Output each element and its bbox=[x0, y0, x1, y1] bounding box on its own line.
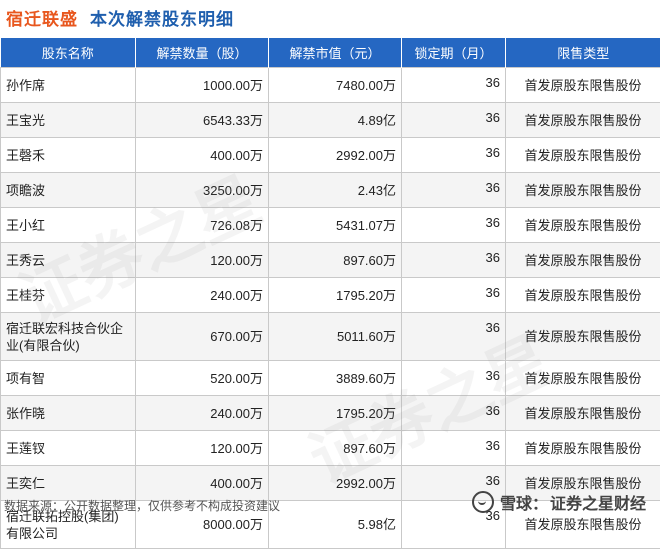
table-row: 王桂芬 240.00万 1795.20万 36 首发原股东限售股份 bbox=[1, 278, 660, 313]
lock-period: 36 bbox=[402, 313, 506, 361]
restriction-type: 首发原股东限售股份 bbox=[506, 361, 660, 396]
unlock-value: 5431.07万 bbox=[269, 208, 402, 243]
unlock-shares: 726.08万 bbox=[136, 208, 269, 243]
column-header-shares: 解禁数量（股） bbox=[136, 38, 269, 68]
shareholder-name: 王磬禾 bbox=[1, 138, 136, 173]
shareholder-name: 王奕仁 bbox=[1, 466, 136, 501]
shareholder-name: 王小红 bbox=[1, 208, 136, 243]
unlock-shares: 240.00万 bbox=[136, 396, 269, 431]
table-row: 王小红 726.08万 5431.07万 36 首发原股东限售股份 bbox=[1, 208, 660, 243]
shareholder-table: 股东名称 解禁数量（股） 解禁市值（元） 锁定期（月） 限售类型 孙作席 100… bbox=[0, 38, 660, 549]
restriction-type: 首发原股东限售股份 bbox=[506, 431, 660, 466]
shareholder-name: 孙作席 bbox=[1, 68, 136, 103]
shareholder-name: 项瞻波 bbox=[1, 173, 136, 208]
restriction-type: 首发原股东限售股份 bbox=[506, 208, 660, 243]
restriction-type: 首发原股东限售股份 bbox=[506, 138, 660, 173]
unlock-value: 4.89亿 bbox=[269, 103, 402, 138]
column-header-lock: 锁定期（月） bbox=[402, 38, 506, 68]
table-row: 王磬禾 400.00万 2992.00万 36 首发原股东限售股份 bbox=[1, 138, 660, 173]
unlock-value: 2.43亿 bbox=[269, 173, 402, 208]
column-header-type: 限售类型 bbox=[506, 38, 660, 68]
lock-period: 36 bbox=[402, 138, 506, 173]
restriction-type: 首发原股东限售股份 bbox=[506, 313, 660, 361]
unlock-shares: 400.00万 bbox=[136, 466, 269, 501]
brand-logo: 雪球： 证券之星财经 bbox=[472, 490, 646, 514]
lock-period: 36 bbox=[402, 278, 506, 313]
shareholder-name: 王桂芬 bbox=[1, 278, 136, 313]
table-row: 项有智 520.00万 3889.60万 36 首发原股东限售股份 bbox=[1, 361, 660, 396]
unlock-value: 1795.20万 bbox=[269, 278, 402, 313]
lock-period: 36 bbox=[402, 396, 506, 431]
unlock-value: 7480.00万 bbox=[269, 68, 402, 103]
snowball-icon bbox=[472, 491, 494, 513]
shareholder-name: 项有智 bbox=[1, 361, 136, 396]
lock-period: 36 bbox=[402, 68, 506, 103]
lock-period: 36 bbox=[402, 173, 506, 208]
table-row: 王宝光 6543.33万 4.89亿 36 首发原股东限售股份 bbox=[1, 103, 660, 138]
company-name: 宿迁联盛 bbox=[6, 5, 78, 30]
unlock-shares: 6543.33万 bbox=[136, 103, 269, 138]
restriction-type: 首发原股东限售股份 bbox=[506, 396, 660, 431]
unlock-shares: 240.00万 bbox=[136, 278, 269, 313]
restriction-type: 首发原股东限售股份 bbox=[506, 103, 660, 138]
shareholder-name: 王秀云 bbox=[1, 243, 136, 278]
unlock-value: 2992.00万 bbox=[269, 138, 402, 173]
restriction-type: 首发原股东限售股份 bbox=[506, 243, 660, 278]
unlock-value: 5.98亿 bbox=[269, 501, 402, 549]
table-row: 张作晓 240.00万 1795.20万 36 首发原股东限售股份 bbox=[1, 396, 660, 431]
shareholder-name: 宿迁联宏科技合伙企业(有限合伙) bbox=[1, 313, 136, 361]
shareholder-name: 王宝光 bbox=[1, 103, 136, 138]
table-row: 宿迁联宏科技合伙企业(有限合伙) 670.00万 5011.60万 36 首发原… bbox=[1, 313, 660, 361]
unlock-shares: 1000.00万 bbox=[136, 68, 269, 103]
unlock-value: 897.60万 bbox=[269, 243, 402, 278]
unlock-shares: 400.00万 bbox=[136, 138, 269, 173]
data-source-note: 数据来源：公开数据整理，仅供参考不构成投资建议 bbox=[4, 497, 280, 514]
unlock-value: 5011.60万 bbox=[269, 313, 402, 361]
unlock-value: 897.60万 bbox=[269, 431, 402, 466]
restriction-type: 首发原股东限售股份 bbox=[506, 68, 660, 103]
restriction-type: 首发原股东限售股份 bbox=[506, 278, 660, 313]
unlock-value: 3889.60万 bbox=[269, 361, 402, 396]
page-title: 本次解禁股东明细 bbox=[90, 5, 234, 30]
shareholder-name: 王莲钗 bbox=[1, 431, 136, 466]
lock-period: 36 bbox=[402, 208, 506, 243]
column-header-name: 股东名称 bbox=[1, 38, 136, 68]
column-header-value: 解禁市值（元） bbox=[269, 38, 402, 68]
unlock-shares: 3250.00万 bbox=[136, 173, 269, 208]
table-row: 孙作席 1000.00万 7480.00万 36 首发原股东限售股份 bbox=[1, 68, 660, 103]
unlock-shares: 120.00万 bbox=[136, 243, 269, 278]
lock-period: 36 bbox=[402, 103, 506, 138]
brand-platform: 雪球： bbox=[500, 490, 548, 514]
brand-name: 证券之星财经 bbox=[550, 490, 646, 514]
page-header: 宿迁联盛 本次解禁股东明细 bbox=[6, 4, 234, 30]
table-row: 项瞻波 3250.00万 2.43亿 36 首发原股东限售股份 bbox=[1, 173, 660, 208]
unlock-shares: 520.00万 bbox=[136, 361, 269, 396]
lock-period: 36 bbox=[402, 243, 506, 278]
unlock-shares: 670.00万 bbox=[136, 313, 269, 361]
unlock-value: 1795.20万 bbox=[269, 396, 402, 431]
table-row: 王秀云 120.00万 897.60万 36 首发原股东限售股份 bbox=[1, 243, 660, 278]
unlock-shares: 120.00万 bbox=[136, 431, 269, 466]
lock-period: 36 bbox=[402, 431, 506, 466]
lock-period: 36 bbox=[402, 361, 506, 396]
shareholder-table-container: 股东名称 解禁数量（股） 解禁市值（元） 锁定期（月） 限售类型 孙作席 100… bbox=[0, 38, 660, 549]
shareholder-name: 张作晓 bbox=[1, 396, 136, 431]
table-header-row: 股东名称 解禁数量（股） 解禁市值（元） 锁定期（月） 限售类型 bbox=[1, 38, 660, 68]
table-row: 王莲钗 120.00万 897.60万 36 首发原股东限售股份 bbox=[1, 431, 660, 466]
restriction-type: 首发原股东限售股份 bbox=[506, 173, 660, 208]
unlock-value: 2992.00万 bbox=[269, 466, 402, 501]
